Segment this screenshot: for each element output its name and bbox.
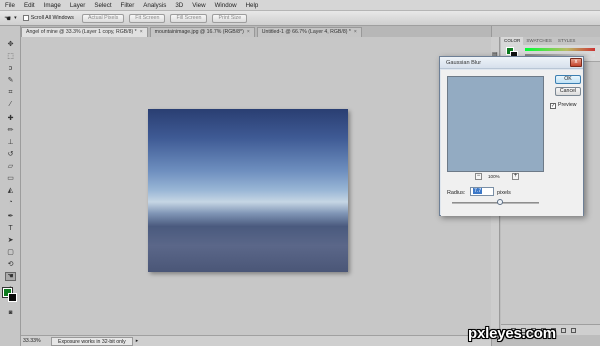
- new-layer-icon[interactable]: [561, 327, 566, 333]
- eraser-tool-icon[interactable]: ▱: [5, 162, 16, 171]
- tab-styles[interactable]: STYLES: [555, 37, 579, 45]
- preview-zoom-out-button[interactable]: −: [475, 173, 482, 180]
- quick-mask-icon[interactable]: ◙: [5, 309, 16, 318]
- radius-value: 7.7: [473, 188, 483, 194]
- actual-pixels-button[interactable]: Actual Pixels: [81, 13, 125, 23]
- history-brush-tool-icon[interactable]: ↺: [5, 150, 16, 159]
- gaussian-blur-dialog: Gaussian Blur x − 100% + OK Cancel ✓ Pre…: [439, 56, 584, 216]
- status-bar: 33.33% Exposure works in 32-bit only ▸: [21, 335, 491, 346]
- scroll-all-windows-checkbox[interactable]: [22, 15, 29, 21]
- tools-panel: ✥ ⬚ ↄ ✎ ⌗ ⁄ ✚ ✏ ⊥ ↺ ▱ ▭ ◭ ◔ ✒ T ➤ ▢ ⟲ ☚ …: [0, 26, 21, 346]
- menu-file[interactable]: File: [5, 0, 15, 11]
- crop-tool-icon[interactable]: ⌗: [5, 88, 16, 97]
- preview-zoom-in-button[interactable]: +: [512, 173, 519, 180]
- tab-label: Untitled-1 @ 66.7% (Layer 4, RGB/8) *: [261, 29, 351, 35]
- clone-stamp-tool-icon[interactable]: ⊥: [5, 138, 16, 147]
- preview-checkbox[interactable]: ✓: [550, 103, 556, 109]
- menu-bar: File Edit Image Layer Select Filter Anal…: [0, 0, 600, 11]
- menu-filter[interactable]: Filter: [121, 0, 135, 11]
- path-selection-tool-icon[interactable]: ➤: [5, 236, 16, 245]
- status-message: Exposure works in 32-bit only: [51, 336, 133, 346]
- close-icon[interactable]: x: [570, 58, 582, 67]
- fit-screen-button[interactable]: Fit Screen: [129, 13, 166, 23]
- lasso-tool-icon[interactable]: ↄ: [5, 64, 16, 73]
- scroll-all-windows-label: Scroll All Windows: [30, 15, 74, 21]
- close-icon[interactable]: ×: [354, 28, 357, 37]
- hand-tool-icon[interactable]: ☚: [4, 14, 11, 23]
- menu-view[interactable]: View: [192, 0, 205, 11]
- radius-label: Radius:: [447, 190, 466, 196]
- blurred-sky-image: [148, 109, 348, 272]
- radius-unit: pixels: [497, 190, 511, 196]
- tab-color[interactable]: COLOR: [501, 37, 524, 45]
- brush-tool-icon[interactable]: ✏: [5, 126, 16, 135]
- document-tabs: Angel of mine @ 33.3% (Layer 1 copy, RGB…: [21, 26, 491, 37]
- dodge-tool-icon[interactable]: ◔: [5, 198, 16, 207]
- blur-preview[interactable]: [447, 76, 544, 172]
- delete-layer-icon[interactable]: [571, 327, 576, 333]
- quick-selection-tool-icon[interactable]: ✎: [5, 76, 16, 85]
- healing-brush-tool-icon[interactable]: ✚: [5, 114, 16, 123]
- tool-preset-chevron-icon[interactable]: ▾: [14, 15, 17, 21]
- close-icon[interactable]: ×: [140, 28, 143, 37]
- type-tool-icon[interactable]: T: [5, 224, 16, 233]
- menu-edit[interactable]: Edit: [24, 0, 35, 11]
- preview-zoom-percent: 100%: [488, 174, 500, 179]
- fill-screen-button[interactable]: Fill Screen: [170, 13, 208, 23]
- tab-label: mountainimage.jpg @ 16.7% (RGB/8*): [154, 29, 244, 35]
- tab-untitled-1[interactable]: Untitled-1 @ 66.7% (Layer 4, RGB/8) * ×: [256, 27, 362, 37]
- dialog-body: − 100% + OK Cancel ✓ Preview Radius: 7.7…: [441, 70, 583, 216]
- menu-layer[interactable]: Layer: [70, 0, 85, 11]
- background-color-swatch[interactable]: [8, 293, 17, 302]
- menu-help[interactable]: Help: [246, 0, 259, 11]
- radius-slider-thumb[interactable]: [497, 199, 503, 205]
- options-bar: ☚ ▾ Scroll All Windows Actual Pixels Fit…: [0, 11, 600, 26]
- menu-3d[interactable]: 3D: [175, 0, 183, 11]
- menu-window[interactable]: Window: [215, 0, 237, 11]
- shape-tool-icon[interactable]: ▢: [5, 248, 16, 257]
- cancel-button[interactable]: Cancel: [555, 87, 581, 96]
- blur-tool-icon[interactable]: ◭: [5, 186, 16, 195]
- menu-select[interactable]: Select: [94, 0, 111, 11]
- print-size-button[interactable]: Print Size: [212, 13, 248, 23]
- preview-label: Preview: [558, 102, 577, 108]
- pen-tool-icon[interactable]: ✒: [5, 212, 16, 221]
- move-tool-icon[interactable]: ✥: [5, 40, 16, 49]
- dialog-title: Gaussian Blur: [440, 57, 583, 69]
- status-arrow-icon[interactable]: ▸: [136, 338, 139, 344]
- tab-label: Angel of mine @ 33.3% (Layer 1 copy, RGB…: [26, 29, 137, 35]
- tab-angel-of-mine[interactable]: Angel of mine @ 33.3% (Layer 1 copy, RGB…: [21, 27, 148, 37]
- radius-slider-track[interactable]: [452, 202, 539, 204]
- tab-mountainimage[interactable]: mountainimage.jpg @ 16.7% (RGB/8*) ×: [149, 27, 255, 37]
- zoom-level[interactable]: 33.33%: [21, 338, 45, 344]
- eyedropper-tool-icon[interactable]: ⁄: [5, 100, 16, 109]
- radius-input[interactable]: 7.7: [470, 187, 494, 196]
- watermark-logo: pxleyes.com: [468, 325, 556, 342]
- gradient-tool-icon[interactable]: ▭: [5, 174, 16, 183]
- tab-swatches[interactable]: SWATCHES: [523, 37, 555, 45]
- menu-analysis[interactable]: Analysis: [143, 0, 166, 11]
- hand-tool-icon[interactable]: ☚: [5, 272, 16, 281]
- close-icon[interactable]: ×: [247, 28, 250, 37]
- menu-image[interactable]: Image: [44, 0, 61, 11]
- marquee-tool-icon[interactable]: ⬚: [5, 52, 16, 61]
- color-panel-tabs: COLOR SWATCHES STYLES: [501, 37, 600, 45]
- 3d-rotate-tool-icon[interactable]: ⟲: [5, 260, 16, 269]
- ok-button[interactable]: OK: [555, 75, 581, 84]
- color-slider-red[interactable]: [525, 48, 595, 51]
